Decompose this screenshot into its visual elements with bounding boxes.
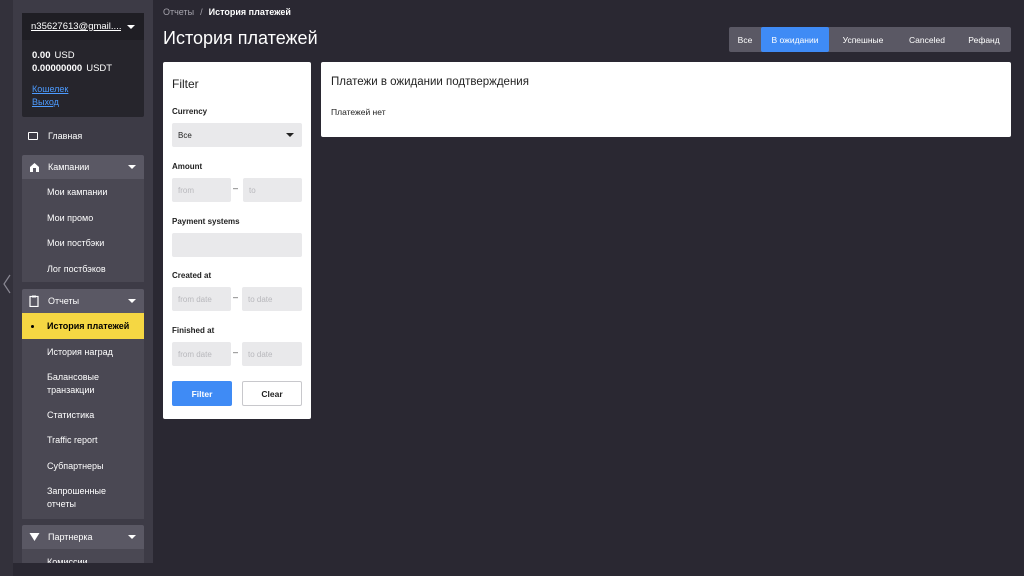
sidebar-collapse-strip[interactable] <box>0 0 13 576</box>
empty-state-text: Платежей нет <box>331 107 386 117</box>
chevron-down-icon <box>128 165 136 169</box>
sidebar-group-label: Кампании <box>48 162 90 172</box>
sidebar-item-my-postbacks[interactable]: Мои постбэки <box>22 230 144 256</box>
sidebar-item-my-campaigns[interactable]: Мои кампании <box>22 179 144 205</box>
sidebar-item-my-promo[interactable]: Мои промо <box>22 205 144 230</box>
balance-amount: 0.00000000 <box>32 63 83 74</box>
tab-successful[interactable]: Успешные <box>829 27 897 52</box>
range-dash: – <box>233 183 239 193</box>
sidebar-item-subpartners[interactable]: Субпартнеры <box>22 453 144 479</box>
sidebar-group-campaigns-items: Мои кампании Мои промо Мои постбэки Лог … <box>22 179 144 282</box>
tab-refund[interactable]: Рефанд <box>957 27 1011 52</box>
breadcrumb-parent[interactable]: Отчеты <box>163 7 194 17</box>
finished-at-label: Finished at <box>172 326 215 335</box>
breadcrumb-separator: / <box>200 7 203 17</box>
currency-select-value: Все <box>178 130 192 140</box>
sidebar: n35627613@gmail.... 0.00 USD 0.00000000 US… <box>13 0 153 563</box>
sidebar-item-commissions[interactable]: Комиссии <box>22 549 144 563</box>
sidebar-item-statistics[interactable]: Статистика <box>22 402 144 427</box>
payment-systems-select[interactable] <box>172 233 302 257</box>
sidebar-item-traffic-report[interactable]: Traffic report <box>22 427 144 453</box>
finished-to-input[interactable]: to date <box>242 342 302 366</box>
balance-usd: 0.00 USD <box>22 49 144 62</box>
tab-canceled[interactable]: Canceled <box>897 27 957 52</box>
sidebar-group-reports[interactable]: Отчеты <box>22 289 144 313</box>
finished-from-input[interactable]: from date <box>172 342 231 366</box>
chevron-left-icon[interactable] <box>2 274 12 294</box>
breadcrumb: Отчеты / История платежей <box>163 7 291 17</box>
balance-usdt: 0.00000000 USDT <box>22 62 144 75</box>
home-icon <box>28 132 38 140</box>
sidebar-group-reports-items: История платежей История наград Балансов… <box>22 313 144 519</box>
payment-systems-label: Payment systems <box>172 217 240 226</box>
clear-button[interactable]: Clear <box>242 381 302 406</box>
balance-currency: USDT <box>86 63 113 74</box>
page-title: История платежей <box>163 28 318 48</box>
account-email[interactable]: n35627613@gmail.... <box>31 21 121 32</box>
sidebar-item-postback-log[interactable]: Лог постбэков <box>22 256 144 282</box>
range-dash: – <box>233 347 239 357</box>
sidebar-item-label: Запрошенные отчеты <box>47 486 106 509</box>
created-at-label: Created at <box>172 271 212 280</box>
account-dropdown[interactable]: n35627613@gmail.... <box>22 13 144 40</box>
sidebar-group-label: Отчеты <box>48 296 80 306</box>
chevron-down-icon <box>128 299 136 303</box>
chevron-down-icon <box>286 133 294 137</box>
sidebar-group-partner[interactable]: Партнерка <box>22 525 144 549</box>
tab-all[interactable]: Все <box>729 27 761 52</box>
sidebar-item-payment-history[interactable]: История платежей <box>22 313 144 339</box>
sidebar-item-balance-transactions[interactable]: Балансовые транзакции <box>22 365 144 402</box>
range-dash: – <box>233 292 239 302</box>
filter-title: Filter <box>172 77 199 91</box>
sidebar-group-campaigns[interactable]: Кампании <box>22 155 144 179</box>
filter-panel: Filter Currency Все Amount from – to Pay… <box>163 62 311 419</box>
sidebar-group-partner-items: Комиссии <box>22 549 144 563</box>
results-title: Платежи в ожидании подтверждения <box>331 76 529 88</box>
amount-from-input[interactable]: from <box>172 178 231 202</box>
sidebar-item-label: Главная <box>48 131 83 141</box>
sidebar-group-label: Партнерка <box>48 532 93 542</box>
filter-funnel-icon <box>28 531 40 543</box>
chevron-down-icon[interactable] <box>127 24 135 29</box>
currency-label: Currency <box>172 107 208 116</box>
sidebar-item-reward-history[interactable]: История наград <box>22 339 144 365</box>
filter-button[interactable]: Filter <box>172 381 232 406</box>
sidebar-item-home[interactable]: Главная <box>22 125 144 147</box>
created-to-input[interactable]: to date <box>242 287 302 311</box>
sidebar-item-label: Балансовые транзакции <box>47 371 100 395</box>
sidebar-item-requested-reports[interactable]: Запрошенные отчеты <box>22 479 144 517</box>
account-card: n35627613@gmail.... 0.00 USD 0.00000000 US… <box>22 13 144 117</box>
created-from-input[interactable]: from date <box>172 287 231 311</box>
balance-currency: USD <box>54 50 75 61</box>
wallet-link[interactable]: Кошелек <box>22 83 144 96</box>
currency-select[interactable]: Все <box>172 123 302 147</box>
amount-label: Amount <box>172 162 203 171</box>
chevron-down-icon <box>128 535 136 539</box>
balance-amount: 0.00 <box>32 50 51 61</box>
tab-pending[interactable]: В ожидании <box>761 27 829 52</box>
breadcrumb-current: История платежей <box>208 7 291 17</box>
house-icon <box>28 161 40 173</box>
status-tabs: Все В ожидании Успешные Canceled Рефанд <box>729 27 1011 52</box>
amount-to-input[interactable]: to <box>243 178 302 202</box>
logout-link[interactable]: Выход <box>22 96 144 109</box>
results-panel: Платежи в ожидании подтверждения Платеже… <box>321 62 1011 137</box>
clipboard-icon <box>28 295 40 307</box>
